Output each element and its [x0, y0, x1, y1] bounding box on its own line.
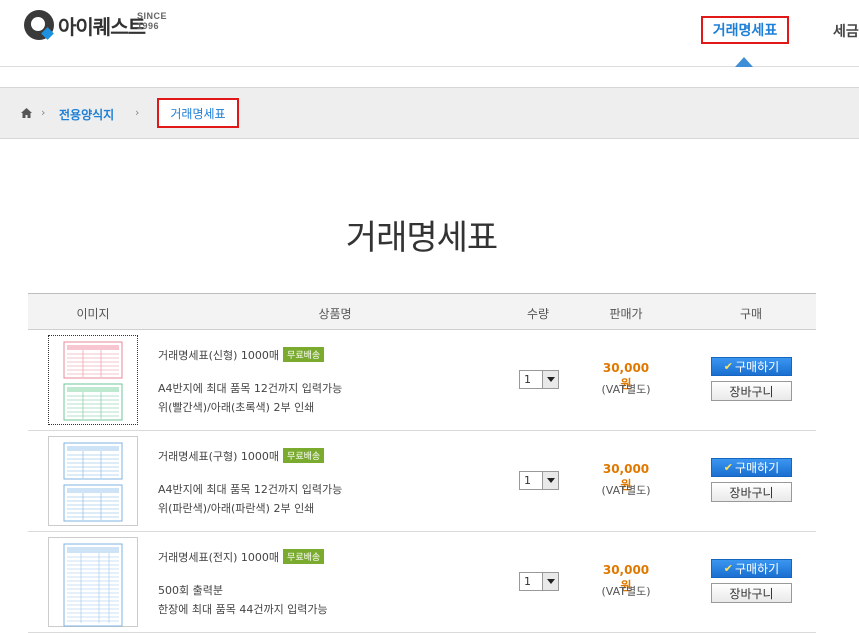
buy-button-label: 구매하기	[735, 461, 780, 475]
table-row: 거래명세표(전지) 1000매 무료배송 500회 출력분 한장에 최대 품목 4…	[28, 532, 816, 633]
chevron-right-icon: ›	[41, 106, 46, 119]
column-header-price: 판매가	[609, 307, 643, 321]
buy-button-label: 구매하기	[735, 360, 780, 374]
vat-note: (VAT별도)	[601, 383, 651, 396]
check-icon: ✔	[723, 562, 734, 575]
quantity-select[interactable]: 1	[519, 572, 559, 591]
form-thumbnail-red-green	[63, 341, 123, 421]
product-description: A4반지에 최대 품목 12건까지 입력가능 위(파란색)/아래(파란색) 2부…	[158, 480, 342, 518]
quantity-select[interactable]: 1	[519, 370, 559, 389]
quantity-select[interactable]: 1	[519, 471, 559, 490]
description-line: 위(빨간색)/아래(초록색) 2부 인쇄	[158, 401, 315, 414]
home-icon[interactable]	[21, 108, 32, 118]
check-icon: ✔	[723, 461, 734, 474]
product-name[interactable]: 거래명세표(구형) 1000매 무료배송	[158, 448, 325, 464]
chevron-right-icon: ›	[135, 106, 140, 119]
table-row: 거래명세표(구형) 1000매 무료배송 A4반지에 최대 품목 12건까지 입력…	[28, 431, 816, 532]
site-header: 아이퀘스트 SINCE 1996 거래명세표 세금	[0, 0, 859, 67]
breadcrumb-item-forms[interactable]: 전용양식지	[59, 106, 114, 123]
product-table: 이미지 상품명 수량 판매가 구매 거래명세표(신형) 1000매 무료배송 A…	[28, 293, 816, 633]
logo-magnifier-icon	[24, 10, 54, 40]
chevron-down-icon[interactable]	[542, 472, 558, 489]
add-to-cart-button[interactable]: 장바구니	[711, 381, 792, 401]
nav-item-tax[interactable]: 세금	[833, 21, 859, 41]
add-to-cart-button[interactable]: 장바구니	[711, 583, 792, 603]
free-shipping-badge: 무료배송	[283, 448, 325, 463]
chevron-down-icon[interactable]	[542, 573, 558, 590]
buy-button-label: 구매하기	[735, 562, 780, 576]
quantity-value: 1	[524, 575, 531, 588]
nav-active-pointer	[735, 57, 753, 67]
product-description: 500회 출력분 한장에 최대 품목 44건까지 입력가능	[158, 581, 328, 619]
product-name-text[interactable]: 거래명세표(신형) 1000매	[158, 349, 279, 362]
page-title: 거래명세표	[345, 218, 498, 258]
description-line: A4반지에 최대 품목 12건까지 입력가능	[158, 382, 343, 395]
product-image[interactable]	[48, 436, 138, 526]
column-header-purchase: 구매	[739, 307, 763, 321]
product-description: A4반지에 최대 품목 12건까지 입력가능 위(빨간색)/아래(초록색) 2부…	[158, 379, 342, 417]
column-header-product: 상품명	[318, 307, 352, 321]
column-header-image: 이미지	[76, 307, 110, 321]
product-name-text[interactable]: 거래명세표(구형) 1000매	[158, 450, 279, 463]
description-line: A4반지에 최대 품목 12건까지 입력가능	[158, 483, 343, 496]
free-shipping-badge: 무료배송	[283, 347, 325, 362]
description-line: 500회 출력분	[158, 584, 223, 597]
logo-text: 아이퀘스트	[58, 14, 146, 39]
form-thumbnail-blue-blue	[63, 442, 123, 522]
form-thumbnail-full-sheet	[63, 543, 123, 627]
check-icon: ✔	[723, 360, 734, 373]
table-header: 이미지 상품명 수량 판매가 구매	[28, 293, 816, 330]
free-shipping-badge: 무료배송	[283, 549, 325, 564]
product-name[interactable]: 거래명세표(전지) 1000매 무료배송	[158, 549, 325, 565]
column-header-quantity: 수량	[526, 307, 550, 321]
quantity-value: 1	[524, 373, 531, 386]
description-line: 위(파란색)/아래(파란색) 2부 인쇄	[158, 502, 315, 515]
product-name-text[interactable]: 거래명세표(전지) 1000매	[158, 551, 279, 564]
buy-button[interactable]: ✔ 구매하기	[711, 458, 792, 477]
site-logo[interactable]: 아이퀘스트 SINCE 1996	[24, 10, 167, 40]
chevron-down-icon[interactable]	[542, 371, 558, 388]
quantity-value: 1	[524, 474, 531, 487]
description-line: 한장에 최대 품목 44건까지 입력가능	[158, 603, 328, 616]
product-image[interactable]	[48, 335, 138, 425]
nav-item-trade-statement[interactable]: 거래명세표	[701, 16, 789, 44]
table-row: 거래명세표(신형) 1000매 무료배송 A4반지에 최대 품목 12건까지 입력…	[28, 330, 816, 431]
buy-button[interactable]: ✔ 구매하기	[711, 357, 792, 376]
add-to-cart-button[interactable]: 장바구니	[711, 482, 792, 502]
vat-note: (VAT별도)	[601, 484, 651, 497]
product-name[interactable]: 거래명세표(신형) 1000매 무료배송	[158, 347, 325, 363]
vat-note: (VAT별도)	[601, 585, 651, 598]
breadcrumb-item-current[interactable]: 거래명세표	[157, 98, 239, 128]
logo-since: SINCE 1996	[137, 11, 168, 31]
buy-button[interactable]: ✔ 구매하기	[711, 559, 792, 578]
breadcrumb: › 전용양식지 › 거래명세표	[0, 87, 859, 139]
product-image[interactable]	[48, 537, 138, 627]
